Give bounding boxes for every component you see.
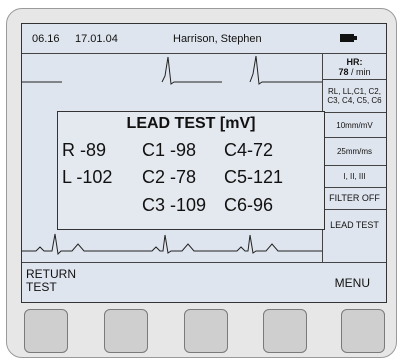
test-label: TEST — [26, 280, 57, 294]
lead-test-option[interactable]: LEAD TEST — [323, 210, 386, 240]
lead-set-selector[interactable]: I, II, III — [323, 166, 386, 188]
monitor-device: 06.16 17.01.04 Harrison, Stephen HR: 78 … — [6, 8, 397, 358]
heart-rate-display: HR: 78 / min — [323, 54, 386, 80]
lead-r-value: R -89 — [62, 140, 107, 160]
ecg-trace-1 — [22, 55, 322, 85]
filter-toggle[interactable]: FILTER OFF — [323, 188, 386, 210]
speed-setting[interactable]: 25mm/ms — [323, 138, 386, 166]
monitor-screen: 06.16 17.01.04 Harrison, Stephen HR: 78 … — [21, 23, 387, 303]
hardware-button-4[interactable] — [263, 309, 307, 353]
lead-c1-value: C1 -98 — [142, 140, 197, 160]
settings-panel: HR: 78 / min RL, LL,C1, C2, C3, C4, C5, … — [322, 54, 386, 262]
ecg-trace-2 — [22, 233, 322, 256]
heart-rate-label: HR: — [346, 56, 363, 67]
hardware-button-1[interactable] — [24, 309, 68, 353]
lead-c4-value: C4-72 — [224, 140, 274, 160]
lead-c6-value: C6-96 — [224, 195, 274, 215]
lead-c3-value: C3 -109 — [142, 195, 207, 215]
leads-selector[interactable]: RL, LL,C1, C2, C3, C4, C5, C6 — [323, 80, 386, 113]
hardware-button-5[interactable] — [341, 309, 385, 353]
battery-icon — [340, 34, 357, 42]
status-header: 06.16 17.01.04 Harrison, Stephen — [22, 24, 386, 54]
return-test-softkey[interactable]: RETURN TEST — [26, 268, 76, 294]
dialog-title: LEAD TEST [mV] — [126, 115, 256, 132]
menu-softkey[interactable]: MENU — [335, 276, 370, 290]
sensitivity-setting[interactable]: 10mm/mV — [323, 113, 386, 138]
lead-c5-value: C5-121 — [224, 167, 284, 187]
heart-rate-reading: 78 / min — [338, 67, 370, 77]
patient-name: Harrison, Stephen — [173, 33, 262, 45]
hardware-button-2[interactable] — [104, 309, 148, 353]
time-display: 06.16 — [32, 33, 60, 45]
heart-rate-unit: / min — [351, 66, 371, 77]
softkey-bar: RETURN TEST MENU — [22, 262, 386, 302]
date-display: 17.01.04 — [75, 33, 118, 45]
lead-c2-value: C2 -78 — [142, 167, 197, 187]
lead-test-dialog: LEAD TEST [mV] R -89 C1 -98 C4-72 L -102… — [57, 111, 325, 230]
heart-rate-value: 78 — [338, 66, 349, 77]
hardware-button-3[interactable] — [184, 309, 228, 353]
lead-l-value: L -102 — [62, 167, 113, 187]
